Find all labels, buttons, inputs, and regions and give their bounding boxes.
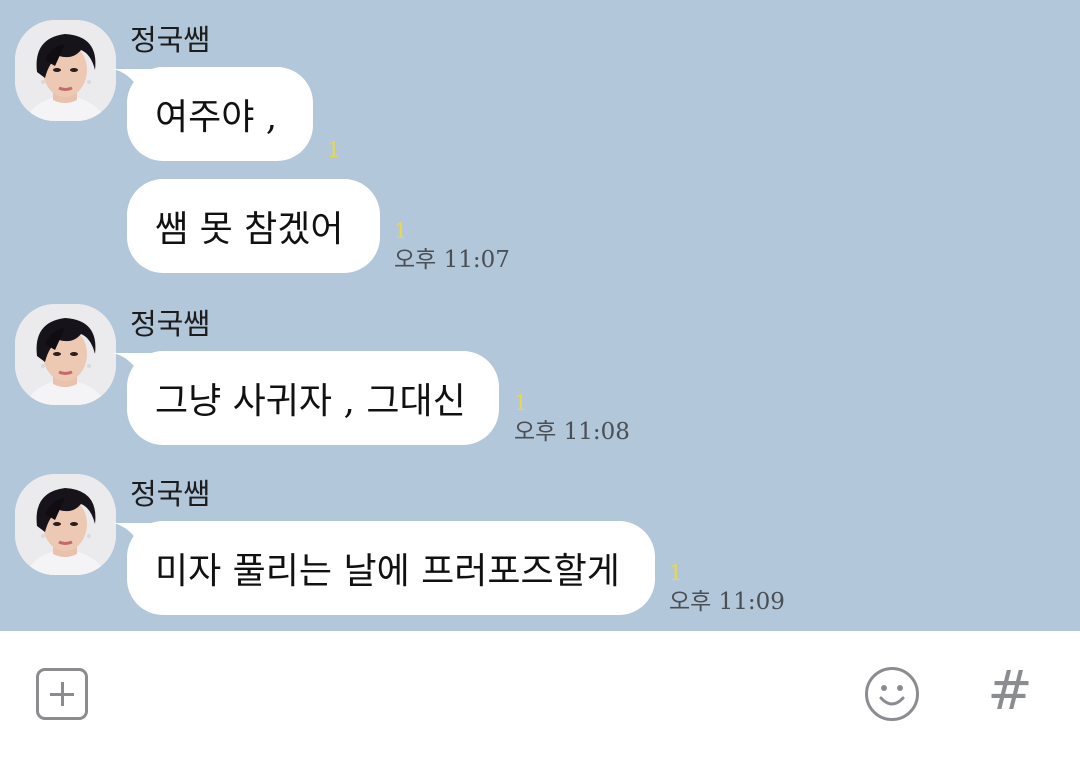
- sender-avatar[interactable]: [15, 474, 116, 575]
- message-timestamp: 오후 11:09: [669, 589, 785, 615]
- message-bubble[interactable]: 여주야 ,: [113, 67, 313, 161]
- bubble-tail: [113, 69, 153, 95]
- sender-name: 정국쌤: [130, 307, 211, 341]
- input-bar: #: [0, 631, 1080, 757]
- bubble-tail: [113, 353, 153, 379]
- message-text: 여주야 ,: [155, 97, 278, 138]
- message-bubble[interactable]: 그냥 사귀자 , 그대신: [113, 351, 499, 445]
- sender-avatar[interactable]: [15, 304, 116, 405]
- message-text: 쌤 못 참겠어: [155, 209, 344, 250]
- sender-avatar[interactable]: [15, 20, 116, 121]
- sender-name: 정국쌤: [130, 23, 211, 57]
- message-timestamp: 오후 11:07: [394, 247, 510, 273]
- message-text: 미자 풀리는 날에 프러포즈할게: [155, 551, 620, 592]
- sender-name: 정국쌤: [130, 477, 211, 511]
- unread-count: 1: [394, 219, 408, 243]
- message-timestamp: 오후 11:08: [514, 419, 630, 445]
- message-bubble[interactable]: 미자 풀리는 날에 프러포즈할게: [113, 521, 655, 615]
- message-text: 그냥 사귀자 , 그대신: [155, 381, 466, 422]
- hashtag-icon[interactable]: #: [984, 661, 1036, 721]
- message-bubble[interactable]: 쌤 못 참겠어: [127, 179, 380, 273]
- unread-count: 1: [514, 391, 528, 415]
- plus-icon[interactable]: [36, 668, 88, 720]
- chat-area[interactable]: 정국쌤 여주야 , 1 쌤 못 참겠어 1 오후 11:07 정국쌤 그냥 사귀…: [0, 0, 1080, 631]
- unread-count: 1: [327, 138, 341, 162]
- unread-count: 1: [669, 561, 683, 585]
- bubble-tail: [113, 523, 153, 549]
- emoji-icon[interactable]: [864, 666, 920, 722]
